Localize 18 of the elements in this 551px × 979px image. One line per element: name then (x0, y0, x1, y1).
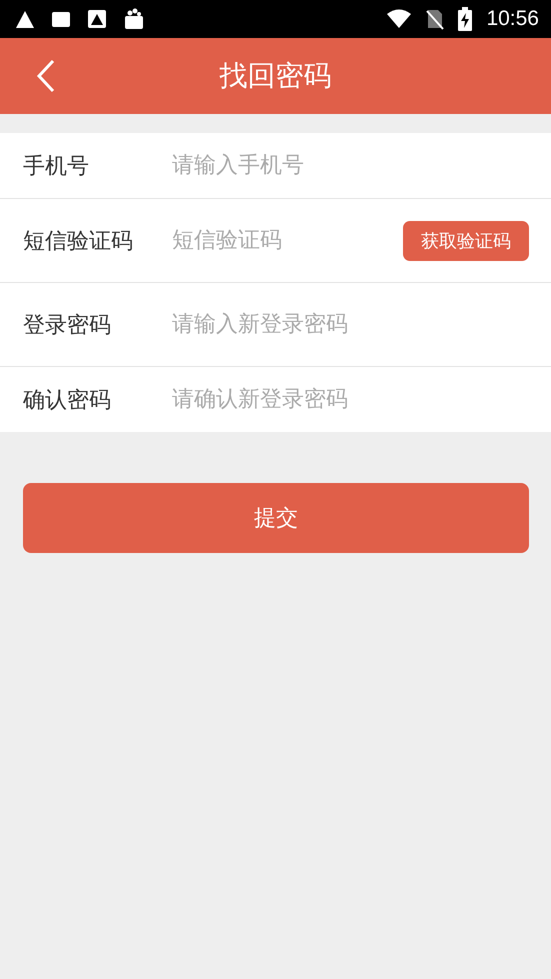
no-sim-icon (426, 8, 444, 30)
back-icon[interactable] (36, 59, 56, 93)
input-field[interactable]: 请确认新登录密码 (172, 387, 529, 412)
input-field[interactable]: 请输入新登录密码 (172, 312, 529, 337)
page-title: 找回密码 (220, 58, 332, 94)
battery-charging-icon (458, 7, 472, 31)
notification-icon (86, 8, 108, 30)
input-field[interactable]: 短信验证码 (172, 228, 403, 253)
field-label: 短信验证码 (23, 228, 134, 256)
submit-button[interactable]: 提交 (23, 483, 529, 553)
wifi-icon (386, 9, 412, 29)
field-label: 登录密码 (23, 312, 112, 340)
clock-time: 10:56 (486, 7, 539, 31)
input-field[interactable]: 请输入手机号 (172, 153, 529, 178)
field-label: 手机号 (23, 152, 90, 180)
field-label: 确认密码 (23, 386, 112, 414)
get-code-button[interactable]: 获取验证码 (403, 220, 529, 260)
bag-icon (122, 7, 146, 31)
